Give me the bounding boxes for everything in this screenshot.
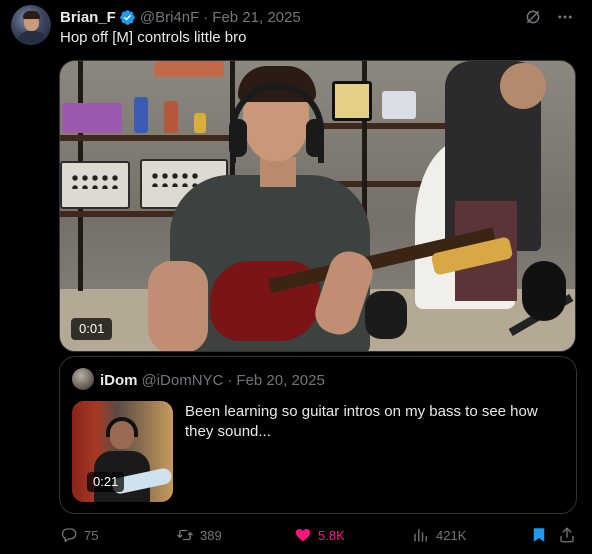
tweet-date[interactable]: Feb 21, 2025 bbox=[212, 9, 300, 26]
video-scene-chair bbox=[365, 291, 407, 339]
tweet-video[interactable]: 0:01 bbox=[59, 60, 576, 352]
video-scene-toy bbox=[194, 113, 206, 133]
repost-icon bbox=[177, 529, 193, 541]
avatar-body bbox=[17, 31, 47, 45]
tweet-top-actions bbox=[524, 8, 574, 26]
video-scene-frame bbox=[332, 81, 372, 121]
quoted-tweet-header: iDom @iDomNYC · Feb 20, 2025 bbox=[100, 370, 325, 390]
views-button[interactable]: 421K bbox=[412, 526, 466, 544]
video-scene-earcup bbox=[229, 119, 247, 157]
views-icon bbox=[414, 529, 427, 542]
like-count: 5.8K bbox=[318, 527, 345, 543]
grok-icon[interactable] bbox=[524, 8, 542, 26]
verified-badge-icon[interactable] bbox=[119, 9, 136, 26]
video-timestamp: 0:01 bbox=[71, 318, 113, 340]
repost-count: 389 bbox=[200, 527, 222, 543]
video-scene-arcade-stick bbox=[60, 161, 130, 209]
reply-button[interactable]: 75 bbox=[60, 526, 98, 544]
video-scene-toy bbox=[164, 101, 178, 133]
quoted-video-thumbnail[interactable]: 0:21 bbox=[72, 401, 173, 502]
share-button[interactable] bbox=[558, 526, 576, 544]
avatar-hair bbox=[23, 11, 40, 19]
quoted-author-handle: @iDomNYC bbox=[141, 371, 224, 389]
quoted-tweet-date: Feb 20, 2025 bbox=[236, 371, 325, 389]
author-name[interactable]: Brian_F bbox=[60, 9, 116, 26]
bookmark-button[interactable] bbox=[530, 526, 548, 544]
video-scene-cutout-head bbox=[500, 63, 546, 109]
video-scene-shelf bbox=[310, 123, 450, 129]
repost-button[interactable]: 389 bbox=[176, 526, 222, 544]
more-icon[interactable] bbox=[556, 8, 574, 26]
heart-filled-icon bbox=[295, 529, 311, 542]
video-scene-shelf bbox=[60, 135, 236, 141]
quoted-author-name: iDom bbox=[100, 371, 138, 389]
separator-dot: · bbox=[203, 8, 209, 26]
quoted-author-avatar[interactable] bbox=[72, 368, 94, 390]
separator-dot: · bbox=[227, 371, 233, 389]
quoted-tweet[interactable]: iDom @iDomNYC · Feb 20, 2025 0:21 Been l… bbox=[59, 356, 577, 514]
reply-icon bbox=[61, 528, 77, 543]
video-scene-arm bbox=[148, 261, 208, 351]
quoted-video-timestamp: 0:21 bbox=[87, 472, 125, 492]
view-count: 421K bbox=[436, 527, 467, 543]
video-scene-poster bbox=[154, 61, 224, 77]
video-scene-microphone bbox=[522, 261, 566, 321]
bookmark-filled-icon bbox=[533, 528, 545, 542]
video-scene-toy bbox=[62, 103, 122, 133]
tweet-action-bar: 75 389 5.8K 421K bbox=[60, 526, 576, 548]
author-handle[interactable]: @Bri4nF bbox=[140, 9, 199, 26]
video-scene-toy bbox=[382, 91, 416, 119]
tweet-header: Brian_F @Bri4nF · Feb 21, 2025 bbox=[60, 7, 301, 27]
quoted-tweet-text: Been learning so guitar intros on my bas… bbox=[185, 403, 538, 440]
tweet[interactable]: Brian_F @Bri4nF · Feb 21, 2025 Hop off [… bbox=[0, 0, 592, 554]
author-avatar[interactable] bbox=[11, 5, 51, 45]
share-icon bbox=[560, 527, 574, 543]
tweet-text: Hop off [M] controls little bro bbox=[60, 29, 247, 46]
reply-count: 75 bbox=[84, 527, 99, 543]
video-scene-toy bbox=[134, 97, 148, 133]
like-button[interactable]: 5.8K bbox=[294, 526, 345, 544]
video-scene-earcup bbox=[306, 119, 324, 157]
